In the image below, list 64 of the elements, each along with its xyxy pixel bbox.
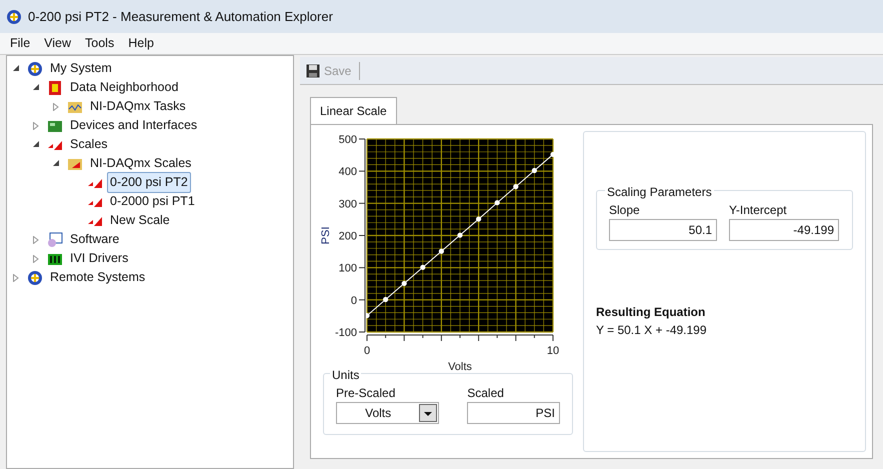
tree-item[interactable]: Scales xyxy=(67,134,111,155)
globe-icon xyxy=(27,270,43,286)
data-point xyxy=(438,248,444,254)
collapse-icon[interactable] xyxy=(32,141,40,148)
data-point xyxy=(550,152,556,158)
expand-icon[interactable] xyxy=(13,274,19,282)
app-icon xyxy=(6,8,22,24)
x-tick-label: 10 xyxy=(546,345,560,357)
menu-item[interactable]: Tools xyxy=(79,34,120,53)
expand-icon[interactable] xyxy=(53,102,59,110)
tree-item[interactable]: 0-200 psi PT2 xyxy=(107,172,191,193)
tree-item[interactable]: 0-2000 psi PT1 xyxy=(107,191,198,212)
data-point xyxy=(457,232,463,238)
menu-item[interactable]: Help xyxy=(122,34,160,53)
tab[interactable]: Linear Scale xyxy=(310,97,397,124)
menu-item[interactable]: View xyxy=(38,34,78,53)
globe-icon xyxy=(27,60,43,76)
data-point xyxy=(420,264,426,270)
tree-item[interactable]: New Scale xyxy=(107,210,173,231)
tree-item[interactable]: NI-DAQmx Tasks xyxy=(87,96,189,117)
data-point xyxy=(494,200,500,206)
tree-item[interactable]: NI-DAQmx Scales xyxy=(87,153,194,174)
equation-text: Y = 50.1 X + -49.199 xyxy=(596,322,708,339)
expand-icon[interactable] xyxy=(33,122,39,130)
expand-icon[interactable] xyxy=(33,236,39,244)
tree-item[interactable]: IVI Drivers xyxy=(67,248,132,269)
data-point xyxy=(364,313,370,318)
field-label: Slope xyxy=(609,202,641,219)
y-tick-label: 300 xyxy=(338,198,357,210)
y-tick-label: 500 xyxy=(338,134,357,146)
y-tick-label: 0 xyxy=(350,294,357,307)
collapse-icon[interactable] xyxy=(32,84,40,91)
expand-icon[interactable] xyxy=(33,254,39,262)
intercept-field[interactable]: -49.199 xyxy=(729,219,839,241)
window-title: 0-200 psi PT2 - Measurement & Automation Explorer xyxy=(28,8,333,26)
field-label: Pre-Scaled xyxy=(336,385,396,402)
tree-item[interactable]: Devices and Interfaces xyxy=(67,115,200,136)
x-axis-label: Volts xyxy=(448,361,472,371)
tree-item[interactable]: Data Neighborhood xyxy=(67,77,182,98)
field-label: Y-Intercept xyxy=(729,202,788,219)
data-point xyxy=(476,216,482,222)
field-label: Scaled xyxy=(467,385,505,402)
tree-item[interactable]: My System xyxy=(47,58,115,79)
units-dropdown[interactable]: Volts xyxy=(336,402,440,424)
y-tick-label: 400 xyxy=(338,166,357,178)
data-point xyxy=(532,168,537,174)
window-disc-icon xyxy=(47,232,63,248)
collapse-icon[interactable] xyxy=(52,160,60,167)
y-tick-label: 100 xyxy=(338,262,357,275)
y-axis-label: PSI xyxy=(320,226,332,244)
data-point xyxy=(513,184,518,190)
y-tick-label: -100 xyxy=(334,327,357,339)
menu-item[interactable]: File xyxy=(4,34,36,53)
y-tick-label: 200 xyxy=(338,230,357,242)
data-point xyxy=(383,296,388,302)
tree-item[interactable]: Remote Systems xyxy=(47,267,148,288)
scaled-units-field[interactable]: PSI xyxy=(467,402,560,424)
data-point xyxy=(402,280,407,286)
slope-field[interactable]: 50.1 xyxy=(609,219,717,241)
collapse-icon[interactable] xyxy=(12,65,20,72)
tree-item[interactable]: Software xyxy=(67,229,122,250)
equation-title: Resulting Equation xyxy=(596,304,706,321)
network-icon xyxy=(47,80,63,96)
x-tick-label: 0 xyxy=(364,345,370,357)
